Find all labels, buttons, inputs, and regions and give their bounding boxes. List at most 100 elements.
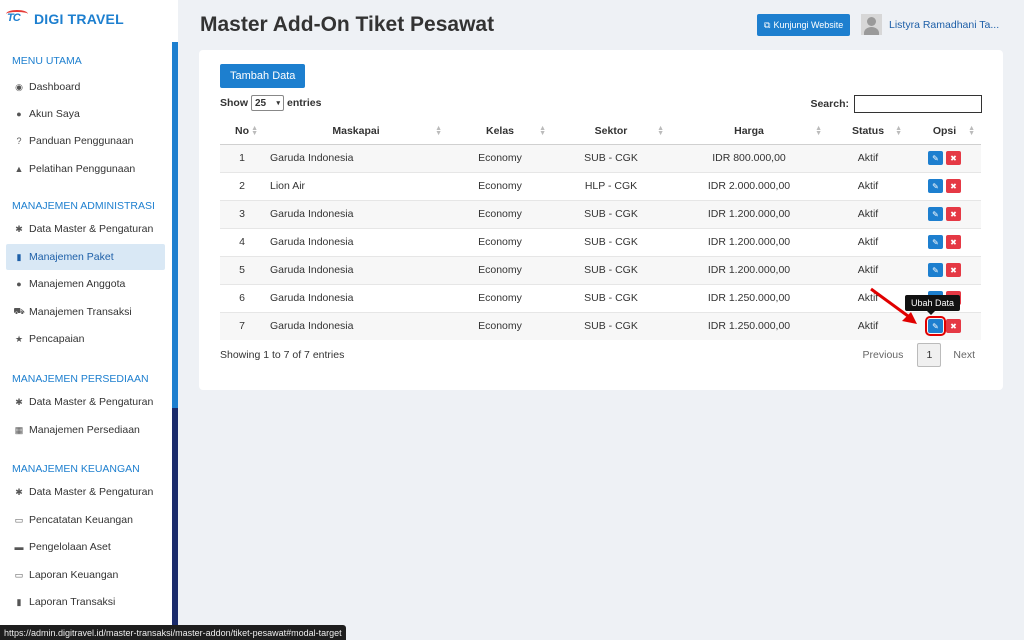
sort-icon: ▲ ▼ [251,125,258,137]
sidebar-item[interactable]: ★ Pencapaian [6,326,165,352]
sidebar-item-label: Manajemen Transaksi [29,306,132,318]
pencil-icon: ✎ [932,237,939,247]
star-icon: ★ [14,333,24,344]
user-name[interactable]: Listyra Ramadhani Ta... [889,19,1009,31]
column-header-label: Sektor [594,124,628,137]
sidebar-scrollbar[interactable] [172,42,178,640]
sidebar-item[interactable]: ⛟ Manajemen Transaksi [6,299,165,325]
brand-name: DIGI TRAVEL [34,11,124,27]
delete-button[interactable]: ✖ [946,151,961,165]
sidebar-item[interactable]: ▦ Manajemen Persediaan [6,417,165,443]
delete-button[interactable]: ✖ [946,207,961,221]
current-page-button[interactable]: 1 [917,343,942,367]
sidebar: TC DIGI TRAVEL MENU UTAMA ◉ Dashboard ● Akun… [0,0,178,640]
sidebar-item-label: Pelatihan Penggunaan [29,163,136,175]
scrollbar-thumb[interactable] [172,42,178,408]
sidebar-item[interactable]: ● Manajemen Anggota [6,271,165,297]
cell-harga: IDR 1.200.000,00 [670,227,828,256]
sidebar-item-label: Manajemen Persediaan [29,424,140,436]
cell-maskapai: Garuda Indonesia [264,227,448,256]
cell-no: 7 [220,311,264,340]
sort-icon: ▲ ▼ [968,125,975,137]
sidebar-item-label: Pencapaian [29,333,85,345]
sidebar-item[interactable]: ● Akun Saya [6,101,165,127]
search-control: Search: [810,95,982,113]
sidebar-item[interactable]: ▲ Pelatihan Penggunaan [6,156,165,182]
sidebar-section-title: MANAJEMEN KEUANGAN [12,463,140,475]
column-header[interactable]: Maskapai ▲ ▼ [264,118,448,145]
add-data-button[interactable]: Tambah Data [220,64,306,88]
avatar[interactable] [861,14,882,35]
close-circle-icon: ✖ [950,321,957,331]
sort-icon: ▲ ▼ [435,125,442,137]
sidebar-item[interactable]: ◉ Dashboard [6,74,165,100]
show-label: Show [220,97,248,109]
cell-status: Aktif [828,255,908,284]
cell-status: Aktif [828,143,908,172]
page-title: Master Add-On Tiket Pesawat [200,13,495,36]
close-circle-icon: ✖ [950,265,957,275]
delete-button[interactable]: ✖ [946,263,961,277]
cell-maskapai: Garuda Indonesia [264,255,448,284]
search-input[interactable] [854,95,982,113]
column-header[interactable]: No ▲ ▼ [220,118,264,145]
sidebar-item[interactable]: ▭ Pencatatan Keuangan [6,507,165,533]
user-icon: ● [16,109,22,119]
sidebar-item[interactable]: ✱ Data Master & Pengaturan [6,389,165,415]
cogs-icon: ✱ [15,396,23,407]
column-header-label: Kelas [485,124,515,137]
column-header[interactable]: Harga ▲ ▼ [670,118,828,145]
sidebar-item[interactable]: ✱ Data Master & Pengaturan [6,479,165,505]
sort-icon: ▲ ▼ [539,125,546,137]
status-bar-url: https://admin.digitravel.id/master-trans… [0,625,346,640]
brand[interactable]: TC DIGI TRAVEL [6,10,124,28]
pencil-icon: ✎ [932,181,939,191]
sidebar-item[interactable]: ▮ Laporan Transaksi [6,589,165,615]
page-length-select[interactable]: 25 ▾ [251,95,284,111]
visit-website-label: Kunjungi Website [773,20,844,30]
edit-button[interactable]: ✎ [928,151,943,165]
column-header-label: Status [851,124,885,137]
edit-button[interactable]: ✎ [928,263,943,277]
table-row: 7 Garuda Indonesia Economy SUB - CGK IDR 1.2… [220,311,981,340]
logo-icon: TC [6,10,30,28]
cell-harga: IDR 1.250.000,00 [670,283,828,312]
sidebar-item-label: Pencatatan Keuangan [29,514,133,526]
previous-page-button[interactable]: Previous [863,349,904,361]
cell-harga: IDR 2.000.000,00 [670,171,828,200]
sidebar-item[interactable]: ▬ Pengelolaan Aset [6,534,165,560]
cell-harga: IDR 1.250.000,00 [670,311,828,340]
sidebar-item[interactable]: ✱ Data Master & Pengaturan [6,216,165,242]
table-info: Showing 1 to 7 of 7 entries [220,349,345,361]
table-row: 4 Garuda Indonesia Economy SUB - CGK IDR 1.2… [220,227,981,256]
edit-button[interactable]: ✎ [928,235,943,249]
sidebar-item[interactable]: ▮ Manajemen Paket [6,244,165,270]
pencil-icon: ✎ [932,265,939,275]
hdd-icon: ▬ [14,542,24,552]
cell-kelas: Economy [448,255,552,284]
delete-button[interactable]: ✖ [946,179,961,193]
cell-status: Aktif [828,227,908,256]
column-header[interactable]: Opsi ▲ ▼ [908,118,981,145]
sidebar-item[interactable]: ▭ Laporan Keuangan [6,562,165,588]
entries-label: entries [287,97,322,109]
edit-button[interactable]: ✎ [925,316,946,337]
cogs-icon: ✱ [15,223,23,234]
sidebar-item-label: Data Master & Pengaturan [29,223,154,235]
column-header[interactable]: Kelas ▲ ▼ [448,118,552,145]
edit-button[interactable]: ✎ [928,179,943,193]
delete-button[interactable]: ✖ [946,319,961,334]
cell-no: 2 [220,171,264,200]
cell-kelas: Economy [448,311,552,340]
cell-no: 4 [220,227,264,256]
column-header[interactable]: Sektor ▲ ▼ [552,118,670,145]
sidebar-item[interactable]: ? Panduan Penggunaan [6,128,165,154]
book-icon: ▮ [16,251,22,262]
visit-website-button[interactable]: ⧉ Kunjungi Website [757,14,851,36]
edit-button[interactable]: ✎ [928,207,943,221]
next-page-button[interactable]: Next [953,349,975,361]
column-header[interactable]: Status ▲ ▼ [828,118,908,145]
table-row: 5 Garuda Indonesia Economy SUB - CGK IDR 1.2… [220,255,981,284]
delete-button[interactable]: ✖ [946,235,961,249]
sort-icon: ▲ ▼ [815,125,822,137]
